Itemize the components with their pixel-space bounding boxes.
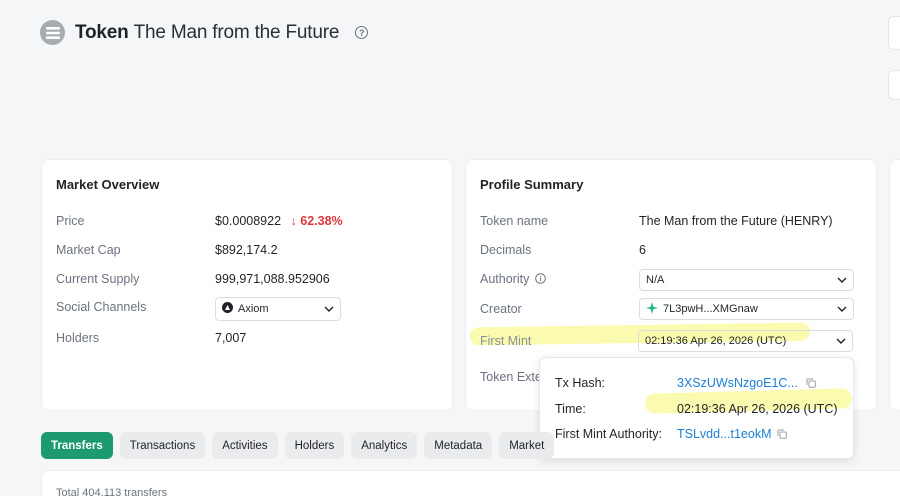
token-logo-icon xyxy=(40,20,65,45)
authority-label: Authority xyxy=(480,272,546,287)
first-mint-authority-label: First Mint Authority: xyxy=(555,427,662,441)
decimals-value: 6 xyxy=(639,243,646,257)
tab-analytics[interactable]: Analytics xyxy=(351,432,418,459)
card-title: Profile Summary xyxy=(480,177,584,192)
authority-link[interactable]: TSLvdd...t1eokM xyxy=(677,427,772,441)
holders-label: Holders xyxy=(56,331,100,345)
social-value: Axiom xyxy=(238,303,269,315)
authority-select[interactable]: N/A xyxy=(639,269,854,291)
price-down-arrow-icon: ↓ xyxy=(290,214,297,228)
help-icon[interactable]: ? xyxy=(355,26,369,39)
token-name-title: The Man from the Future xyxy=(133,21,340,43)
authority-row: TSLvdd...t1eokM xyxy=(677,427,787,442)
token-extensions-label: Token Exte xyxy=(480,370,542,384)
page-title: Token The Man from the Future xyxy=(75,22,339,44)
tab-holders[interactable]: Holders xyxy=(284,432,345,459)
social-label: Social Channels xyxy=(56,300,147,314)
info-icon[interactable] xyxy=(535,273,546,287)
price-change: 62.38% xyxy=(300,214,343,228)
market-overview-card: Market Overview Price $0.0008922 ↓ 62.38… xyxy=(41,159,453,411)
transfers-panel: Total 404,113 transfers xyxy=(41,470,900,496)
tab-bar: Transfers Transactions Activities Holder… xyxy=(41,432,555,459)
sparkle-icon xyxy=(646,301,658,317)
transfers-total: Total 404,113 transfers xyxy=(56,487,168,496)
tx-hash-row: 3XSzUWsNzgoE1C... xyxy=(677,376,817,391)
tab-market[interactable]: Market xyxy=(499,432,555,459)
first-mint-label: First Mint xyxy=(480,334,532,348)
side-action-button[interactable] xyxy=(888,16,900,50)
tab-metadata[interactable]: Metadata xyxy=(424,432,493,459)
tab-transfers[interactable]: Transfers xyxy=(41,432,113,459)
creator-label: Creator xyxy=(480,302,522,316)
price-value: $0.0008922 ↓ 62.38% xyxy=(215,214,343,228)
title-label: Token xyxy=(75,21,129,43)
supply-value: 999,971,088.952906 xyxy=(215,272,330,286)
chevron-down-icon xyxy=(836,338,846,344)
tx-hash-label: Tx Hash: xyxy=(555,376,606,390)
decimals-label: Decimals xyxy=(480,243,532,257)
market-cap-label: Market Cap xyxy=(56,243,121,257)
creator-select[interactable]: 7L3pwH...XMGnaw xyxy=(639,298,854,320)
creator-value: 7L3pwH...XMGnaw xyxy=(663,303,758,315)
authority-label-text: Authority xyxy=(480,272,530,286)
social-channels-select[interactable]: Axiom xyxy=(215,297,341,321)
card-title: Market Overview xyxy=(56,177,160,192)
time-value: 02:19:36 Apr 26, 2026 (UTC) xyxy=(677,402,838,416)
chevron-down-icon xyxy=(837,277,847,283)
tab-activities[interactable]: Activities xyxy=(212,432,278,459)
token-name-label: Token name xyxy=(480,214,549,228)
copy-icon[interactable] xyxy=(806,377,817,391)
holders-value: 7,007 xyxy=(215,331,247,345)
partial-card xyxy=(889,159,900,411)
page-header: Token The Man from the Future ? xyxy=(40,20,369,45)
token-name-value: The Man from the Future (HENRY) xyxy=(639,214,833,228)
market-cap-value: $892,174.2 xyxy=(215,243,278,257)
price-label: Price xyxy=(56,214,85,228)
chevron-down-icon xyxy=(324,306,334,312)
authority-value: N/A xyxy=(646,274,665,286)
supply-label: Current Supply xyxy=(56,272,140,286)
chevron-down-icon xyxy=(837,306,847,312)
tab-transactions[interactable]: Transactions xyxy=(119,432,206,459)
time-label: Time: xyxy=(555,402,586,416)
copy-icon[interactable] xyxy=(777,428,787,442)
price-amount: $0.0008922 xyxy=(215,214,282,228)
first-mint-select[interactable]: 02:19:36 Apr 26, 2026 (UTC) xyxy=(638,330,853,352)
axiom-icon xyxy=(222,302,233,316)
side-action-button[interactable] xyxy=(888,70,900,100)
first-mint-value: 02:19:36 Apr 26, 2026 (UTC) xyxy=(645,335,787,347)
tx-hash-link[interactable]: 3XSzUWsNzgoE1C... xyxy=(677,376,798,390)
first-mint-popover: Tx Hash: 3XSzUWsNzgoE1C... Time: 02:19:3… xyxy=(539,357,854,459)
